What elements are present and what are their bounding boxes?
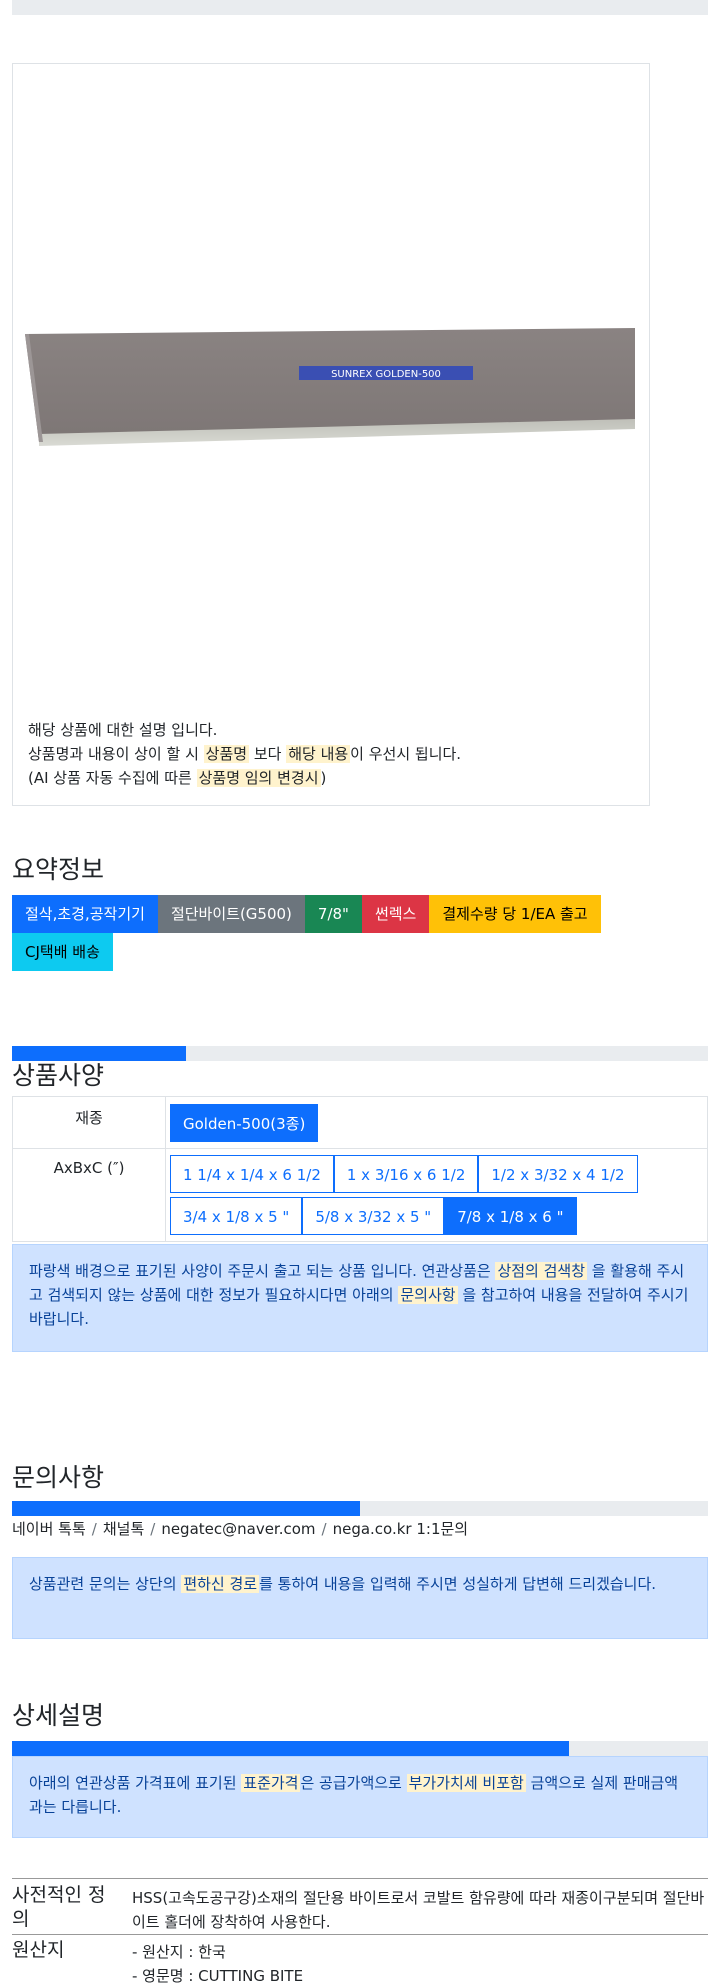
option-size-5[interactable]: 5/8 x 3/32 x 5 " bbox=[302, 1197, 445, 1235]
spec-progress-fill bbox=[12, 1046, 186, 1061]
detail-progress-bar bbox=[12, 1741, 708, 1756]
definition-divider bbox=[12, 1878, 708, 1879]
origin-divider bbox=[12, 1934, 708, 1935]
highlight-vat-excluded: 부가가치세 비포함 bbox=[406, 1774, 526, 1792]
spec-label-grade: 재종 bbox=[12, 1096, 166, 1149]
spec-options-grade: Golden-500(3종) bbox=[165, 1096, 708, 1149]
description-text: 보다 bbox=[249, 745, 287, 763]
spec-notice: 파랑색 배경으로 표기된 사양이 주문시 출고 되는 상품 입니다. 연관상품은… bbox=[12, 1244, 708, 1352]
separator: / bbox=[150, 1520, 156, 1538]
option-size-1[interactable]: 1 1/4 x 1/4 x 6 1/2 bbox=[170, 1155, 334, 1193]
notice-text: 파랑색 배경으로 표기된 사양이 주문시 출고 되는 상품 입니다. 연관상품은 bbox=[29, 1262, 496, 1280]
description-text: (AI 상품 자동 수집에 따른 bbox=[28, 769, 197, 787]
summary-title: 요약정보 bbox=[12, 855, 105, 884]
badge-size: 7/8" bbox=[304, 895, 362, 933]
description-text: ) bbox=[320, 769, 327, 787]
detail-title: 상세설명 bbox=[12, 1701, 105, 1730]
contact-website-inquiry[interactable]: nega.co.kr 1:1문의 bbox=[333, 1520, 469, 1538]
badge-category: 절삭,초경,공작기기 bbox=[12, 895, 158, 933]
highlight-inquiry: 문의사항 bbox=[398, 1286, 458, 1304]
description-text: 상품명과 내용이 상이 할 시 bbox=[28, 745, 204, 763]
highlight-standard-price: 표준가격 bbox=[241, 1774, 301, 1792]
contact-email[interactable]: negatec@naver.com bbox=[161, 1520, 315, 1538]
contact-naver-talk[interactable]: 네이버 톡톡 bbox=[12, 1520, 86, 1538]
inquiry-title: 문의사항 bbox=[12, 1463, 105, 1492]
spec-row-grade: 재종 Golden-500(3종) bbox=[12, 1096, 708, 1149]
origin-line-english-name: - 영문명 : CUTTING BITE bbox=[132, 1967, 304, 1985]
inquiry-notice: 상품관련 문의는 상단의 편하신 경로 를 통하여 내용을 입력해 주시면 성실하… bbox=[12, 1557, 708, 1639]
separator: / bbox=[321, 1520, 327, 1538]
spec-options-size: 1 1/4 x 1/4 x 6 1/2 1 x 3/16 x 6 1/2 1/2 x… bbox=[165, 1148, 708, 1242]
badge-brand: 썬렉스 bbox=[361, 895, 430, 933]
spec-title: 상품사양 bbox=[12, 1061, 105, 1090]
notice-text: 아래의 연관상품 가격표에 표기된 bbox=[29, 1774, 242, 1792]
spec-table: 재종 Golden-500(3종) AxBxC (″) 1 1/4 x 1/4 … bbox=[12, 1096, 708, 1242]
contact-links: 네이버 톡톡 / 채널톡 / negatec@naver.com / nega.co.kr … bbox=[12, 1518, 468, 1539]
highlight-content: 해당 내용 bbox=[286, 745, 351, 763]
notice-text: 상품관련 문의는 상단의 bbox=[29, 1575, 182, 1593]
origin-line-country: - 원산지 : 한국 bbox=[132, 1943, 226, 1961]
description-line-1: 해당 상품에 대한 설명 입니다. bbox=[28, 721, 218, 739]
option-size-2[interactable]: 1 x 3/16 x 6 1/2 bbox=[333, 1155, 479, 1193]
spec-label-size: AxBxC (″) bbox=[12, 1148, 166, 1242]
separator: / bbox=[91, 1520, 97, 1538]
option-size-4[interactable]: 3/4 x 1/8 x 5 " bbox=[170, 1197, 303, 1235]
notice-text: 를 통하여 내용을 입력해 주시면 성실하게 답변해 드리겠습니다. bbox=[259, 1575, 657, 1593]
description-line-3: (AI 상품 자동 수집에 따른 상품명 임의 변경시) bbox=[28, 766, 461, 790]
description-text: 이 우선시 됩니다. bbox=[350, 745, 462, 763]
summary-badges: 절삭,초경,공작기기 절단바이트(G500) 7/8" 썬렉스 결제수량 당 1… bbox=[12, 895, 672, 971]
highlight-search: 상점의 검색창 bbox=[495, 1262, 588, 1280]
option-golden-500[interactable]: Golden-500(3종) bbox=[170, 1103, 319, 1142]
detail-notice: 아래의 연관상품 가격표에 표기된 표준가격 은 공급가액으로 부가가치세 비포함… bbox=[12, 1756, 708, 1838]
product-description: 해당 상품에 대한 설명 입니다. 상품명과 내용이 상이 할 시 상품명 보다… bbox=[28, 718, 461, 790]
contact-channel-talk[interactable]: 채널톡 bbox=[103, 1520, 144, 1538]
top-divider-bar bbox=[12, 0, 708, 15]
highlight-route: 편하신 경로 bbox=[181, 1575, 260, 1593]
origin-text: - 원산지 : 한국 - 영문명 : CUTTING BITE bbox=[132, 1940, 708, 1988]
badge-quantity: 결제수량 당 1/EA 출고 bbox=[429, 895, 601, 933]
option-size-3[interactable]: 1/2 x 3/32 x 4 1/2 bbox=[478, 1155, 638, 1193]
product-image-card: SUNREX GOLDEN-500 bbox=[12, 63, 650, 806]
blade-brand-text: SUNREX GOLDEN-500 bbox=[331, 369, 441, 380]
highlight-product-name: 상품명 bbox=[203, 745, 250, 763]
option-size-6-selected[interactable]: 7/8 x 1/8 x 6 " bbox=[444, 1197, 577, 1235]
detail-progress-fill bbox=[12, 1741, 569, 1756]
origin-label: 원산지 bbox=[12, 1939, 65, 1961]
definition-label: 사전적인 정의 bbox=[12, 1884, 106, 1930]
definition-text: HSS(고속도공구강)소재의 절단용 바이트로서 코발트 함유량에 따라 재종이… bbox=[132, 1889, 705, 1931]
highlight-name-change: 상품명 임의 변경시 bbox=[196, 769, 321, 787]
badge-product-type: 절단바이트(G500) bbox=[157, 895, 305, 933]
spec-row-size: AxBxC (″) 1 1/4 x 1/4 x 6 1/2 1 x 3/16 x … bbox=[12, 1148, 708, 1242]
product-image: SUNREX GOLDEN-500 bbox=[25, 328, 635, 446]
badge-shipping: CJ택배 배송 bbox=[12, 933, 113, 971]
notice-text: 은 공급가액으로 bbox=[300, 1774, 407, 1792]
spec-progress-bar bbox=[12, 1046, 708, 1061]
description-line-2: 상품명과 내용이 상이 할 시 상품명 보다 해당 내용 이 우선시 됩니다. bbox=[28, 742, 461, 766]
inquiry-progress-fill bbox=[12, 1501, 360, 1516]
inquiry-progress-bar bbox=[12, 1501, 708, 1516]
